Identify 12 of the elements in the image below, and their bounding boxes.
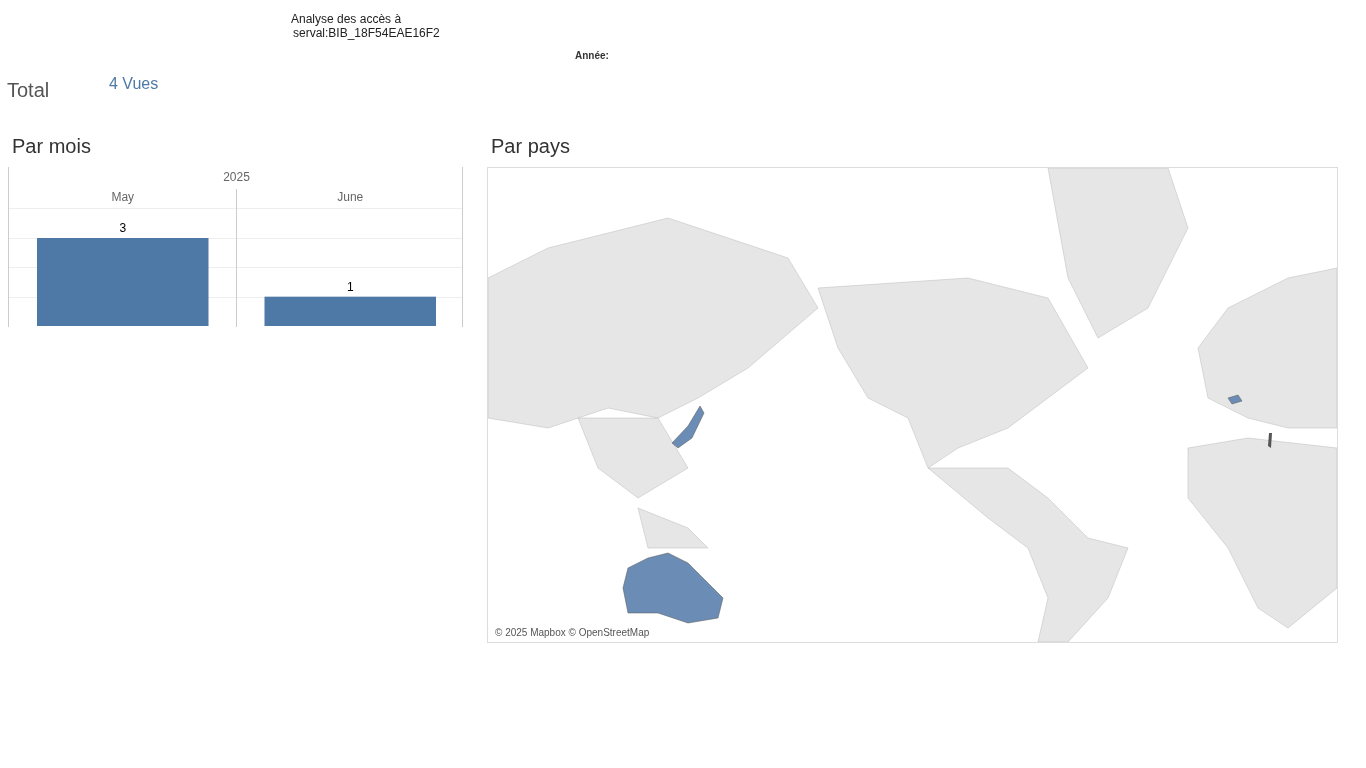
year-header: 2025	[223, 170, 250, 184]
month-label: May	[111, 190, 135, 204]
bar-value: 1	[346, 279, 354, 294]
total-label: Total	[7, 78, 51, 103]
month-label: June	[337, 190, 364, 204]
section-title: Par mois	[11, 134, 92, 159]
report-title: Analyse des accès à	[291, 12, 403, 26]
report-subtitle: serval:BIB_18F54EAE16F2	[292, 26, 441, 40]
year-filter-label: Année:	[575, 50, 609, 61]
bar-value: 3	[119, 221, 127, 235]
section-title: Par pays	[490, 134, 571, 159]
total-value: 4 Vues	[109, 74, 159, 94]
